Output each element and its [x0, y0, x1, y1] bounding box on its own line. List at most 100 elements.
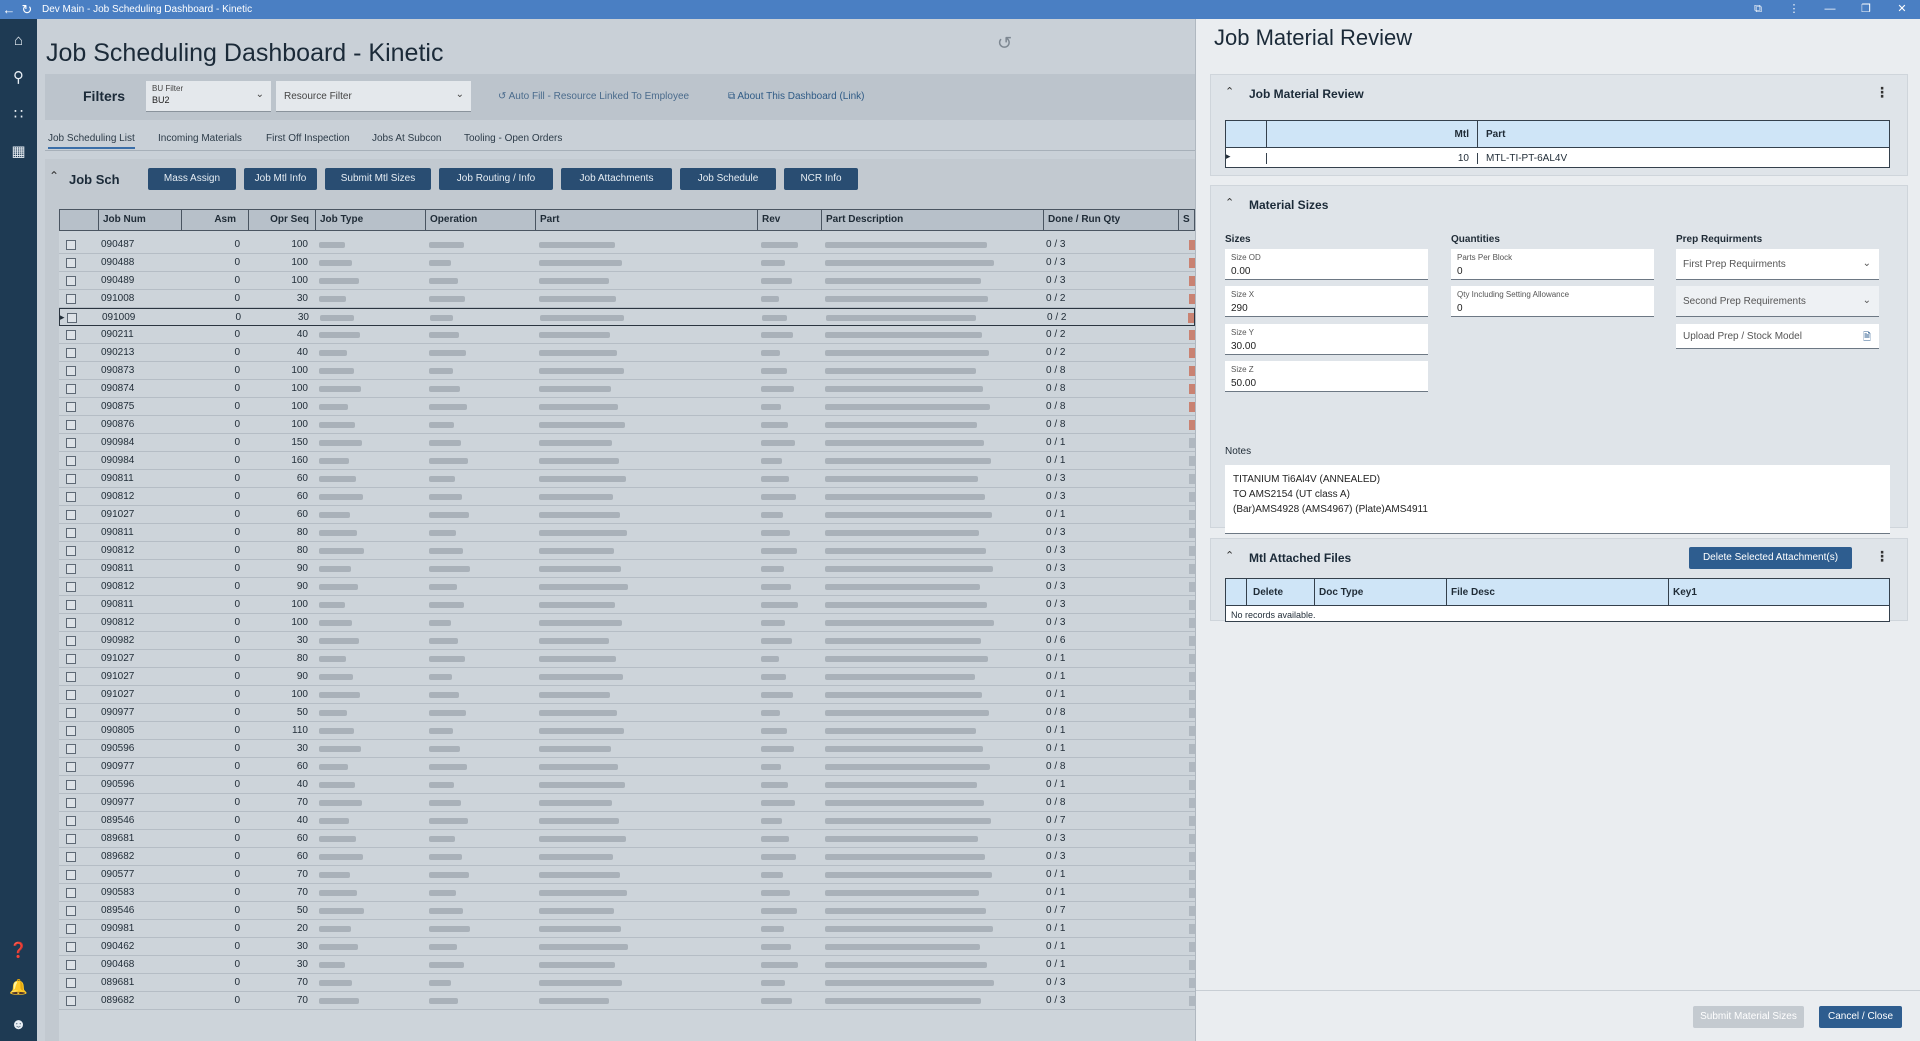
table-row[interactable]: 091027 0 80 0 / 1 — [59, 650, 1195, 668]
job-mtl-info-button[interactable]: Job Mtl Info — [244, 168, 317, 190]
col-part-description[interactable]: Part Description — [821, 210, 1043, 230]
home-icon[interactable]: ⌂ — [0, 25, 37, 55]
table-row[interactable]: 089682 0 70 0 / 3 — [59, 992, 1195, 1010]
row-checkbox[interactable] — [66, 924, 76, 934]
row-checkbox[interactable] — [66, 780, 76, 790]
qty-including-setting-allowance-field[interactable]: Qty Including Setting Allowance 0 — [1451, 286, 1654, 317]
table-row[interactable]: 090811 0 60 0 / 3 — [59, 470, 1195, 488]
col-asm[interactable]: Asm — [181, 210, 248, 230]
row-checkbox[interactable] — [66, 456, 76, 466]
table-row[interactable]: 090596 0 40 0 / 1 — [59, 776, 1195, 794]
row-checkbox[interactable] — [67, 313, 77, 323]
size-y-field[interactable]: Size Y 30.00 — [1225, 324, 1428, 355]
row-checkbox[interactable] — [66, 996, 76, 1006]
row-checkbox[interactable] — [66, 798, 76, 808]
refresh-icon[interactable]: ↻ — [18, 0, 36, 19]
parts-per-block-field[interactable]: Parts Per Block 0 — [1451, 249, 1654, 280]
row-checkbox[interactable] — [66, 294, 76, 304]
table-row[interactable]: 090487 0 100 0 / 3 — [59, 236, 1195, 254]
row-checkbox[interactable] — [66, 492, 76, 502]
tab-job-scheduling-list[interactable]: Job Scheduling List — [48, 133, 135, 149]
share-icon[interactable]: ⧉ — [1740, 0, 1776, 19]
table-row[interactable]: 090812 0 90 0 / 3 — [59, 578, 1195, 596]
apps-grid-icon[interactable]: ∷ — [0, 99, 37, 129]
job-schedule-button[interactable]: Job Schedule — [680, 168, 776, 190]
row-checkbox[interactable] — [66, 564, 76, 574]
col-delete[interactable]: Delete — [1246, 579, 1314, 606]
table-row[interactable]: 090984 0 150 0 / 1 — [59, 434, 1195, 452]
col-file-desc[interactable]: File Desc — [1446, 579, 1668, 606]
row-checkbox[interactable] — [66, 708, 76, 718]
row-checkbox[interactable] — [66, 888, 76, 898]
about-dashboard-link[interactable]: ⧉ About This Dashboard (Link) — [728, 91, 864, 102]
row-checkbox[interactable] — [66, 420, 76, 430]
row-checkbox[interactable] — [66, 438, 76, 448]
row-checkbox[interactable] — [66, 600, 76, 610]
table-row[interactable]: 091027 0 60 0 / 1 — [59, 506, 1195, 524]
row-checkbox[interactable] — [66, 276, 76, 286]
job-routing-info-button[interactable]: Job Routing / Info — [439, 168, 553, 190]
col-doc-type[interactable]: Doc Type — [1314, 579, 1446, 606]
table-row[interactable]: 090468 0 30 0 / 1 — [59, 956, 1195, 974]
help-icon[interactable]: ❓ — [0, 935, 37, 965]
row-checkbox[interactable] — [66, 744, 76, 754]
row-checkbox[interactable] — [66, 672, 76, 682]
table-row[interactable]: 089682 0 60 0 / 3 — [59, 848, 1195, 866]
table-row[interactable]: 090811 0 100 0 / 3 — [59, 596, 1195, 614]
tab-incoming-materials[interactable]: Incoming Materials — [158, 133, 242, 144]
table-row[interactable]: 089681 0 70 0 / 3 — [59, 974, 1195, 992]
notifications-icon[interactable]: 🔔 — [0, 972, 37, 1002]
col-rev[interactable]: Rev — [757, 210, 821, 230]
tab-first-off-inspection[interactable]: First Off Inspection — [266, 133, 350, 144]
table-row[interactable]: 090812 0 100 0 / 3 — [59, 614, 1195, 632]
row-checkbox[interactable] — [66, 834, 76, 844]
table-row[interactable]: 090213 0 40 0 / 2 — [59, 344, 1195, 362]
tab-tooling-open-orders[interactable]: Tooling - Open Orders — [464, 133, 562, 144]
table-row[interactable]: 090977 0 50 0 / 8 — [59, 704, 1195, 722]
col-mtl[interactable]: Mtl — [1266, 121, 1477, 148]
delete-selected-attachments-button[interactable]: Delete Selected Attachment(s) — [1689, 547, 1852, 569]
col-done-run-qty[interactable]: Done / Run Qty — [1043, 210, 1178, 230]
chevron-up-icon[interactable]: ⌃ — [49, 169, 59, 183]
row-checkbox[interactable] — [66, 366, 76, 376]
bu-filter-dropdown[interactable]: BU Filter BU2 ⌄ — [146, 81, 271, 112]
tab-jobs-at-subcon[interactable]: Jobs At Subcon — [372, 133, 442, 144]
row-checkbox[interactable] — [66, 906, 76, 916]
submit-mtl-sizes-button[interactable]: Submit Mtl Sizes — [325, 168, 431, 190]
table-row[interactable]: 091027 0 90 0 / 1 — [59, 668, 1195, 686]
table-row[interactable]: 089681 0 60 0 / 3 — [59, 830, 1195, 848]
more-vert-icon[interactable]: ⋮ — [1875, 548, 1889, 565]
more-icon[interactable]: ⋮ — [1776, 0, 1812, 19]
table-row[interactable]: 090977 0 70 0 / 8 — [59, 794, 1195, 812]
table-row[interactable]: 089546 0 50 0 / 7 — [59, 902, 1195, 920]
table-row[interactable]: 090812 0 60 0 / 3 — [59, 488, 1195, 506]
chevron-up-icon[interactable]: ⌃ — [1225, 196, 1234, 209]
row-checkbox[interactable] — [66, 852, 76, 862]
search-icon[interactable]: ⚲ — [0, 62, 37, 92]
table-row[interactable]: 090977 0 60 0 / 8 — [59, 758, 1195, 776]
col-job-num[interactable]: Job Num — [98, 210, 181, 230]
restore-icon[interactable]: ❐ — [1848, 0, 1884, 19]
col-s[interactable]: S — [1178, 210, 1195, 230]
row-checkbox[interactable] — [66, 240, 76, 250]
resource-filter-dropdown[interactable]: Resource Filter ⌄ — [276, 81, 471, 112]
size-od-field[interactable]: Size OD 0.00 — [1225, 249, 1428, 280]
row-checkbox[interactable] — [66, 402, 76, 412]
row-checkbox[interactable] — [66, 474, 76, 484]
table-row[interactable]: 090875 0 100 0 / 8 — [59, 398, 1195, 416]
size-x-field[interactable]: Size X 290 — [1225, 286, 1428, 317]
cancel-close-button[interactable]: Cancel / Close — [1819, 1006, 1902, 1028]
row-checkbox[interactable] — [66, 636, 76, 646]
row-checkbox[interactable] — [66, 870, 76, 880]
row-checkbox[interactable] — [66, 942, 76, 952]
table-row[interactable]: 090811 0 80 0 / 3 — [59, 524, 1195, 542]
dashboard-icon[interactable]: ▦ — [0, 136, 37, 166]
minimize-icon[interactable]: — — [1812, 0, 1848, 19]
more-vert-icon[interactable]: ⋮ — [1875, 84, 1889, 101]
chevron-up-icon[interactable]: ⌃ — [1225, 85, 1234, 98]
row-checkbox[interactable] — [66, 816, 76, 826]
row-checkbox[interactable] — [66, 258, 76, 268]
row-checkbox[interactable] — [66, 384, 76, 394]
submit-material-sizes-button[interactable]: Submit Material Sizes — [1693, 1006, 1804, 1028]
table-row[interactable]: 090583 0 70 0 / 1 — [59, 884, 1195, 902]
